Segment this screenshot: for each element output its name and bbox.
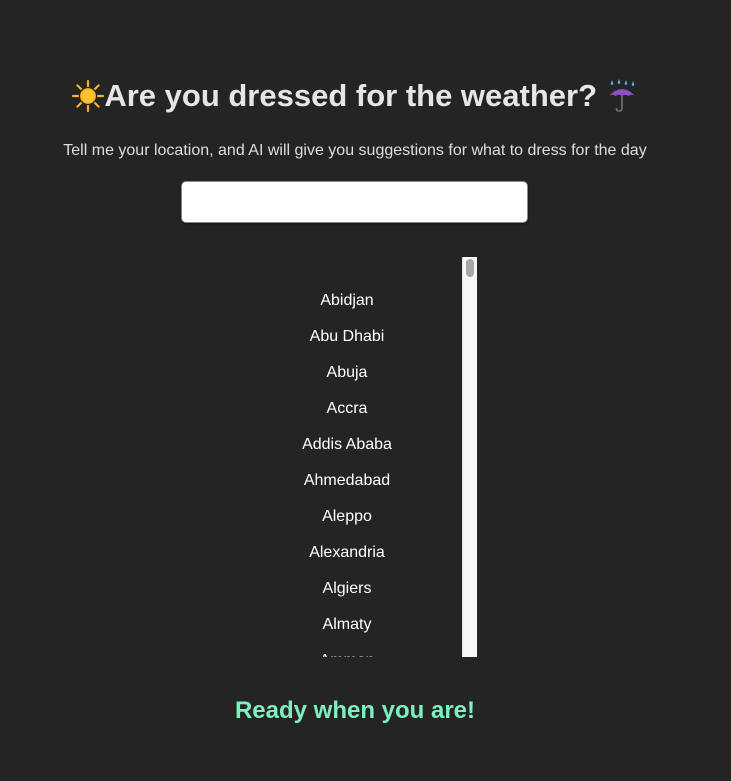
status-message: Ready when you are!: [234, 697, 476, 724]
city-option[interactable]: Accra: [231, 391, 463, 427]
page: Are you dressed for the weather? Tell me…: [0, 0, 731, 781]
city-option[interactable]: Alexandria: [231, 535, 463, 571]
umbrella-rain-icon: [608, 78, 635, 112]
city-option[interactable]: Ahmedabad: [231, 463, 463, 499]
city-list-scrollbar[interactable]: [462, 257, 477, 657]
city-option[interactable]: Abu Dhabi: [231, 319, 463, 355]
sun-icon: [72, 79, 105, 112]
page-title: Are you dressed for the weather?: [0, 74, 710, 116]
page-subtitle: Tell me your location, and AI will give …: [63, 142, 647, 159]
page-title-text: Are you dressed for the weather?: [104, 77, 598, 113]
city-list[interactable]: Abidjan Abu Dhabi Abuja Accra Addis Ababa Ahm…: [231, 257, 463, 657]
city-option[interactable]: Algiers: [231, 571, 463, 607]
city-option[interactable]: Abidjan: [231, 283, 463, 319]
location-input[interactable]: [181, 181, 528, 223]
city-option[interactable]: Aleppo: [231, 499, 463, 535]
city-option[interactable]: Amman: [231, 643, 463, 657]
city-option[interactable]: Addis Ababa: [231, 427, 463, 463]
scrollbar-thumb[interactable]: [466, 259, 474, 277]
city-option[interactable]: Abuja: [231, 355, 463, 391]
city-option[interactable]: Almaty: [231, 607, 463, 643]
